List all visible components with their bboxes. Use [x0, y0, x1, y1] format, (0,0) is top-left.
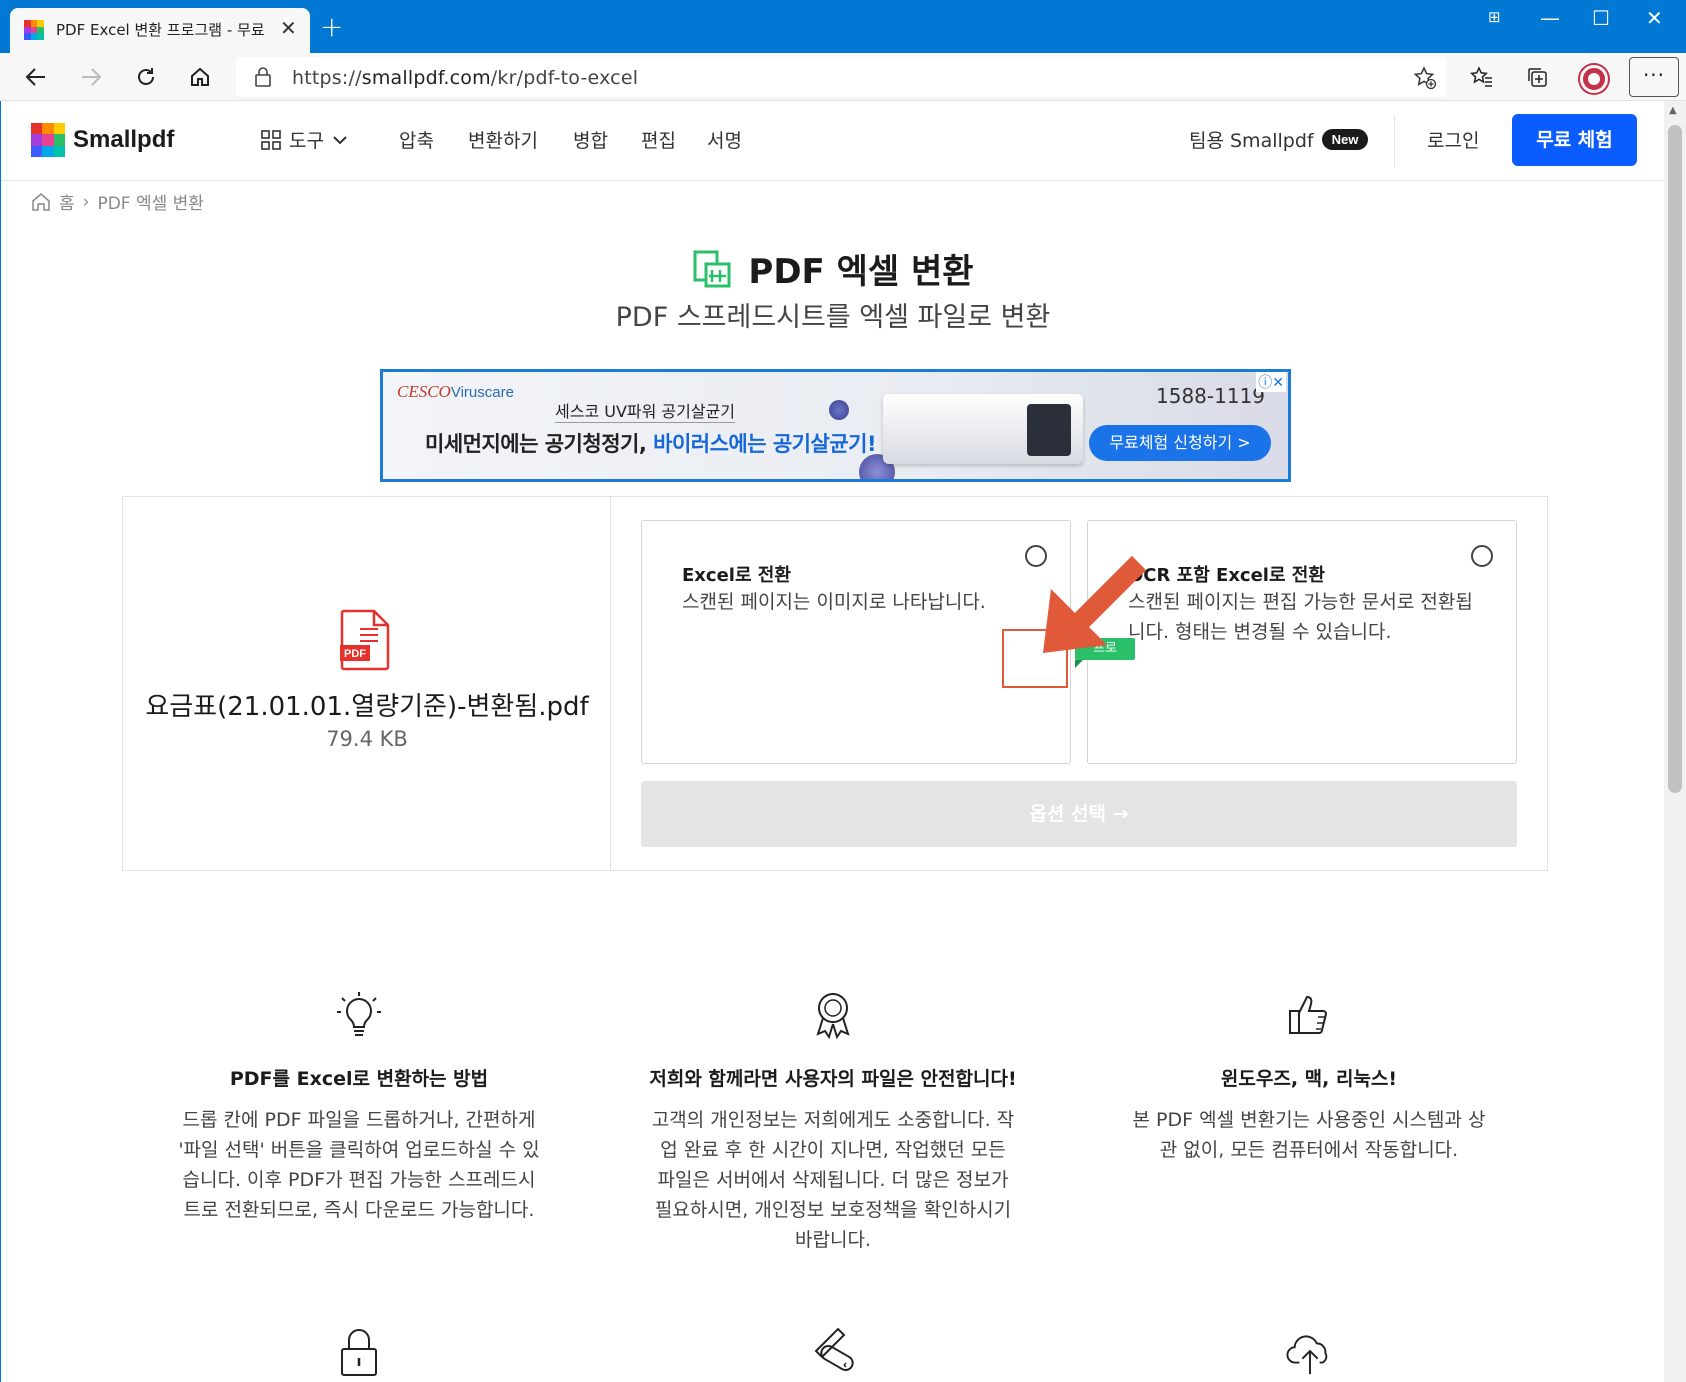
lock-icon[interactable] — [254, 67, 272, 87]
ad-cta-button[interactable]: 무료체험 신청하기 > — [1089, 425, 1271, 461]
new-badge: New — [1321, 129, 1369, 150]
nav-link-convert[interactable]: 변환하기 — [468, 126, 538, 153]
breadcrumb-separator: › — [82, 191, 90, 212]
smallpdf-logo[interactable]: Smallpdf — [31, 123, 174, 157]
feature-title: 윈도우즈, 맥, 리눅스! — [1220, 1068, 1398, 1090]
swiss-knife-icon — [810, 1327, 858, 1379]
feature-description: 본 PDF 엑셀 변환기는 사용중인 시스템과 상관 없이, 모든 컴퓨터에서 … — [1132, 1109, 1486, 1161]
annotation-arrow-icon — [1043, 555, 1145, 653]
close-window-icon[interactable]: ✕ — [1646, 6, 1663, 30]
ad-close-icon[interactable]: ⓘ✕ — [1256, 372, 1286, 392]
collections-icon[interactable] — [1521, 61, 1553, 93]
nav-divider — [1394, 115, 1395, 167]
conversion-panel: PDF 요금표(21.01.01.열량기준)-변환됨.pdf 79.4 KB E… — [122, 496, 1548, 871]
team-smallpdf-link[interactable]: 팀용 Smallpdf New — [1189, 126, 1369, 153]
vertical-scrollbar[interactable]: ▲ — [1664, 101, 1686, 1382]
file-preview: PDF 요금표(21.01.01.열량기준)-변환됨.pdf 79.4 KB — [123, 497, 611, 870]
home-icon — [32, 192, 50, 211]
option-description: 스캔된 페이지는 이미지로 나타납니다. — [682, 591, 986, 613]
feature-how-to: PDF를 Excel로 변환하는 방법 드롭 칸에 PDF 파일을 드롭하거나,… — [159, 986, 559, 1225]
feature-description: 고객의 개인정보는 저희에게도 소중합니다. 작업 완료 후 한 시간이 지나면… — [651, 1109, 1015, 1251]
file-size: 79.4 KB — [326, 727, 408, 751]
feature-title: 저희와 함께라면 사용자의 파일은 안전합니다! — [649, 1068, 1017, 1090]
url-text: https://smallpdf.com/kr/pdf-to-excel — [292, 67, 639, 89]
lightbulb-icon — [159, 986, 559, 1044]
svg-text:PDF: PDF — [344, 648, 366, 660]
tools-menu[interactable]: 도구 — [261, 126, 348, 153]
smallpdf-favicon-icon — [24, 20, 44, 40]
chevron-down-icon — [333, 135, 347, 144]
scrollbar-thumb[interactable] — [1668, 125, 1682, 793]
ad-tagline: 세스코 UV파워 공기살균기 — [555, 398, 736, 423]
free-trial-button[interactable]: 무료 체험 — [1512, 114, 1637, 166]
ad-brand: CESCOViruscare — [397, 382, 514, 401]
option-description: 스캔된 페이지는 편집 가능한 문서로 전환됩니다. 형태는 변경될 수 있습니… — [1128, 591, 1473, 643]
title-text: PDF 엑셀 변환 — [748, 252, 974, 292]
back-icon[interactable] — [20, 61, 52, 93]
advertisement-banner[interactable]: CESCOViruscare 세스코 UV파워 공기살균기 미세먼지에는 공기청… — [380, 369, 1291, 482]
forward-icon[interactable] — [75, 61, 107, 93]
scroll-up-icon[interactable]: ▲ — [1669, 105, 1677, 116]
feature-security: 저희와 함께라면 사용자의 파일은 안전합니다! 고객의 개인정보는 저희에게도… — [633, 986, 1033, 1255]
team-label: 팀용 Smallpdf — [1189, 130, 1314, 152]
page-title: PDF 엑셀 변환 — [692, 244, 974, 293]
maximize-icon[interactable]: ☐ — [1592, 6, 1610, 30]
file-name: 요금표(21.01.01.열량기준)-변환됨.pdf — [145, 692, 589, 722]
refresh-icon[interactable] — [130, 61, 162, 93]
nav-link-merge[interactable]: 병합 — [573, 126, 608, 153]
breadcrumb-home[interactable]: 홈 — [59, 189, 75, 214]
lock-icon — [335, 1327, 383, 1379]
thumbs-up-icon — [1109, 986, 1509, 1044]
browser-tab[interactable]: PDF Excel 변환 프로그램 - 무료 ✕ — [10, 8, 310, 53]
arrow-right-icon: → — [1112, 803, 1129, 825]
settings-more-icon[interactable]: ··· — [1629, 57, 1679, 97]
logo-text: Smallpdf — [73, 126, 175, 153]
smallpdf-logo-icon — [31, 123, 65, 157]
address-bar[interactable]: https://smallpdf.com/kr/pdf-to-excel — [236, 57, 1446, 97]
site-header: Smallpdf 도구 압축 변환하기 병합 편집 서명 팀용 Smallpdf… — [1, 101, 1665, 181]
option-ocr-excel[interactable]: OCR 포함 Excel로 전환 스캔된 페이지는 편집 가능한 문서로 전환됩… — [1087, 520, 1517, 764]
ad-headline: 미세먼지에는 공기청정기, 바이러스에는 공기살균기! — [425, 432, 877, 456]
home-icon[interactable] — [184, 61, 216, 93]
option-title: Excel로 전환 — [682, 565, 791, 586]
choose-option-button[interactable]: 옵션 선택 → — [641, 781, 1517, 847]
favorites-icon[interactable] — [1466, 61, 1498, 93]
tab-title: PDF Excel 변환 프로그램 - 무료 — [56, 21, 265, 39]
web-page: Smallpdf 도구 압축 변환하기 병합 편집 서명 팀용 Smallpdf… — [0, 101, 1665, 1382]
grid-icon — [261, 129, 281, 150]
tab-actions-icon[interactable]: ⊞ — [1488, 8, 1501, 26]
virus-image — [829, 400, 849, 420]
breadcrumb-current: PDF 엑셀 변환 — [97, 194, 204, 214]
nav-link-edit[interactable]: 편집 — [641, 126, 676, 153]
nav-link-sign[interactable]: 서명 — [707, 126, 742, 153]
tools-label: 도구 — [289, 130, 324, 152]
page-heading: PDF 엑셀 변환 PDF 스프레드시트를 엑셀 파일로 변환 — [1, 244, 1665, 334]
award-icon — [633, 986, 1033, 1044]
feature-platforms: 윈도우즈, 맥, 리눅스! 본 PDF 엑셀 변환기는 사용중인 시스템과 상관… — [1109, 986, 1509, 1165]
profile-avatar-icon[interactable] — [1580, 65, 1608, 93]
login-link[interactable]: 로그인 — [1427, 126, 1479, 153]
feature-title: PDF를 Excel로 변환하는 방법 — [229, 1068, 489, 1090]
close-tab-icon[interactable]: ✕ — [280, 16, 297, 40]
breadcrumb: 홈 › PDF 엑셀 변환 — [31, 189, 204, 214]
cloud-upload-icon — [1286, 1327, 1334, 1379]
option-ocr-radio[interactable] — [1471, 545, 1493, 567]
minimize-icon[interactable]: — — [1540, 6, 1560, 30]
browser-titlebar: PDF Excel 변환 프로그램 - 무료 ✕ + ⊞ — ☐ ✕ — [0, 0, 1686, 53]
excel-tool-icon — [693, 250, 731, 287]
feature-description: 드롭 칸에 PDF 파일을 드롭하거나, 간편하게 '파일 선택' 버튼을 클릭… — [178, 1109, 540, 1221]
option-title: OCR 포함 Excel로 전환 — [1128, 565, 1325, 586]
pdf-file-icon: PDF — [340, 609, 390, 671]
browser-toolbar: https://smallpdf.com/kr/pdf-to-excel ··· — [0, 53, 1686, 101]
air-sterilizer-image — [883, 394, 1083, 464]
nav-link-compress[interactable]: 압축 — [399, 126, 434, 153]
ad-phone: 1588-1119 — [1156, 384, 1266, 408]
page-subtitle: PDF 스프레드시트를 엑셀 파일로 변환 — [615, 302, 1051, 333]
add-favorite-icon[interactable] — [1413, 66, 1437, 90]
new-tab-icon[interactable]: + — [320, 10, 343, 43]
